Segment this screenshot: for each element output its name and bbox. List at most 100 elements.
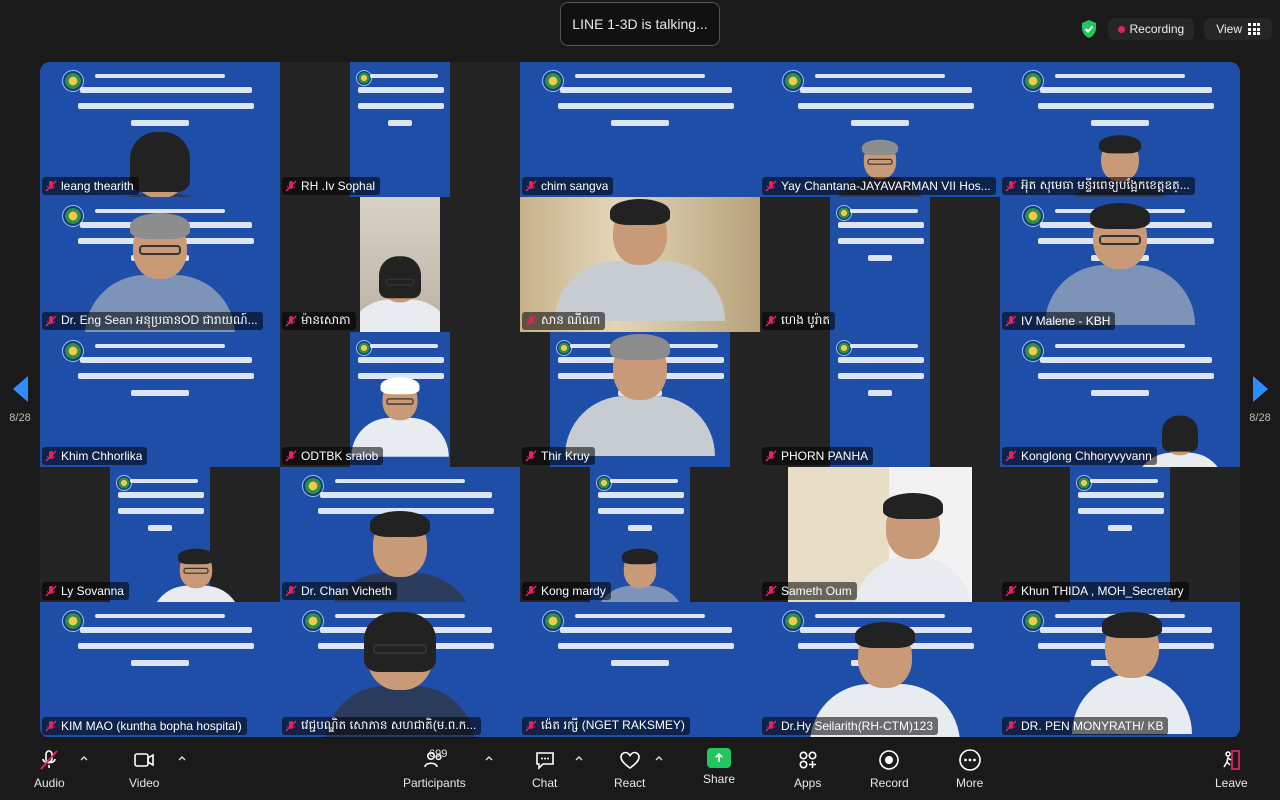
participant-tile[interactable]: Dr. Eng Sean អនុប្រធានOD ជារាយណ៍... [40,197,280,332]
participants-options-chevron-icon[interactable] [484,754,494,764]
participant-name-tag: chim sangva [522,177,614,195]
record-icon [879,750,900,770]
more-options-icon [958,749,981,771]
audio-label: Audio [34,776,65,790]
mic-muted-icon [1005,720,1017,732]
mic-muted-icon [525,450,537,462]
participant-tile[interactable]: Yay Chantana-JAYAVARMAN VII Hos... [760,62,1000,197]
participant-name-tag: Konglong Chhoryvyvann [1002,447,1157,465]
participant-tile[interactable]: chim sangva [520,62,760,197]
leave-button[interactable]: Leave [1215,748,1248,790]
participant-tile[interactable]: Khun THIDA , MOH_Secretary [1000,467,1240,602]
next-page-button[interactable]: 8/28 [1240,355,1280,445]
participant-name-tag: អ៊ុត សុមេធា មន្ទីរពេទ្យបង្អែកខេត្តឧត្... [1002,177,1195,195]
participants-count: 699 [429,748,448,760]
share-button[interactable]: Share [703,748,735,786]
chat-button[interactable]: Chat [532,748,557,790]
participant-name-tag: ម៉ានសោភា [282,312,356,330]
video-camera-icon [134,753,155,767]
mic-muted-icon [1005,315,1017,327]
mic-muted-icon [285,180,297,192]
video-button[interactable]: Video [129,748,159,790]
participants-label: Participants [403,776,466,790]
participant-tile[interactable]: ហេង បូរ៉ាត [760,197,1000,332]
apps-label: Apps [794,776,822,790]
participant-name-tag: DR. PEN MONYRATH/ KB [1002,717,1169,735]
participant-tile[interactable]: Khim Chhorlika [40,332,280,467]
participant-name-tag: PHORN PANHA [762,447,874,465]
participant-tile[interactable]: Kong mardy [520,467,760,602]
participant-name-tag: ង៉េត រក្សី (NGET RAKSMEY) [522,717,690,735]
mic-muted-icon [285,585,297,597]
chat-label: Chat [532,776,558,790]
participant-name-tag: Dr. Chan Vicheth [282,582,397,600]
chat-bubble-icon [535,752,554,770]
presentation-slide [830,197,930,332]
previous-page-button[interactable]: 8/28 [0,355,40,445]
participant-tile[interactable]: អ៊ុត សុមេធា មន្ទីរពេទ្យបង្អែកខេត្តឧត្... [1000,62,1240,197]
mic-muted-icon [45,585,57,597]
mic-muted-icon [285,450,297,462]
security-shield-icon[interactable] [1080,19,1098,39]
participant-tile[interactable]: RH .Iv Sophal [280,62,520,197]
react-button[interactable]: React [614,748,645,790]
participant-tile[interactable]: Dr. Chan Vicheth [280,467,520,602]
meeting-toolbar: Audio Video 699 Participants Chat React … [0,740,1280,800]
mic-muted-icon [1005,180,1017,192]
record-label: Record [870,776,909,790]
mic-muted-icon [525,315,537,327]
participant-tile[interactable]: Dr.Hy Seilarith(RH-CTM)123 [760,602,1000,737]
participant-video [151,548,241,602]
chat-options-chevron-icon[interactable] [574,754,584,764]
active-speaker-banner: LINE 1-3D is talking... [560,2,720,46]
video-label: Video [129,776,160,790]
heart-icon [619,751,640,769]
more-label: More [956,776,984,790]
participant-tile[interactable]: ម៉ានសោភា [280,197,520,332]
view-button[interactable]: View [1204,18,1272,40]
participant-tile[interactable]: Thir Kruy [520,332,760,467]
participant-name-tag: ODTBK sralob [282,447,384,465]
recording-dot-icon [1117,25,1125,33]
more-button[interactable]: More [956,748,983,790]
participant-name-tag: IV Malene - KBH [1002,312,1116,330]
participant-tile[interactable]: IV Malene - KBH [1000,197,1240,332]
participant-tile[interactable]: KIM MAO (kuntha bopha hospital) [40,602,280,737]
participant-tile-active-speaker[interactable]: សាន ណីណា [520,197,760,332]
participant-tile[interactable]: ODTBK sralob [280,332,520,467]
view-label: View [1216,22,1242,36]
share-screen-icon [707,748,732,768]
audio-options-chevron-icon[interactable] [79,754,89,764]
participant-video [360,197,440,332]
participant-tile[interactable]: DR. PEN MONYRATH/ KB [1000,602,1240,737]
recording-indicator[interactable]: Recording [1107,18,1195,40]
top-right-controls: Recording View [1080,14,1272,44]
participant-tile[interactable]: ង៉េត រក្សី (NGET RAKSMEY) [520,602,760,737]
record-button[interactable]: Record [870,748,909,790]
participant-name-tag: leang thearith [42,177,139,195]
apps-icon [799,751,817,769]
page-indicator-right: 8/28 [1249,412,1271,424]
audio-button[interactable]: Audio [34,748,65,790]
participants-button[interactable]: 699 Participants [403,748,466,790]
mic-muted-icon [1005,585,1017,597]
participant-tile[interactable]: PHORN PANHA [760,332,1000,467]
participant-tile[interactable]: leang thearith [40,62,280,197]
mic-muted-icon [765,720,777,732]
participant-name-tag: Dr. Eng Sean អនុប្រធានOD ជារាយណ៍... [42,312,263,330]
participant-name-tag: Yay Chantana-JAYAVARMAN VII Hos... [762,177,996,195]
participant-tile[interactable]: Konglong Chhoryvyvann [1000,332,1240,467]
gallery-grid-icon [1248,23,1260,35]
participant-tile[interactable]: វេជ្ជបណ្ឌិត សោភាន សហជាតិ(ម.ព.ក... [280,602,520,737]
mic-muted-icon [525,585,537,597]
participant-tile[interactable]: Ly Sovanna [40,467,280,602]
participant-name-tag: Thir Kruy [522,447,595,465]
react-options-chevron-icon[interactable] [654,754,664,764]
participant-name-tag: វេជ្ជបណ្ឌិត សោភាន សហជាតិ(ម.ព.ក... [282,717,482,735]
arrow-left-icon [12,376,28,402]
participant-tile[interactable]: Sameth Oum [760,467,1000,602]
apps-button[interactable]: Apps [794,748,821,790]
mic-muted-icon [1005,450,1017,462]
video-options-chevron-icon[interactable] [177,754,187,764]
arrow-right-icon [1252,376,1268,402]
